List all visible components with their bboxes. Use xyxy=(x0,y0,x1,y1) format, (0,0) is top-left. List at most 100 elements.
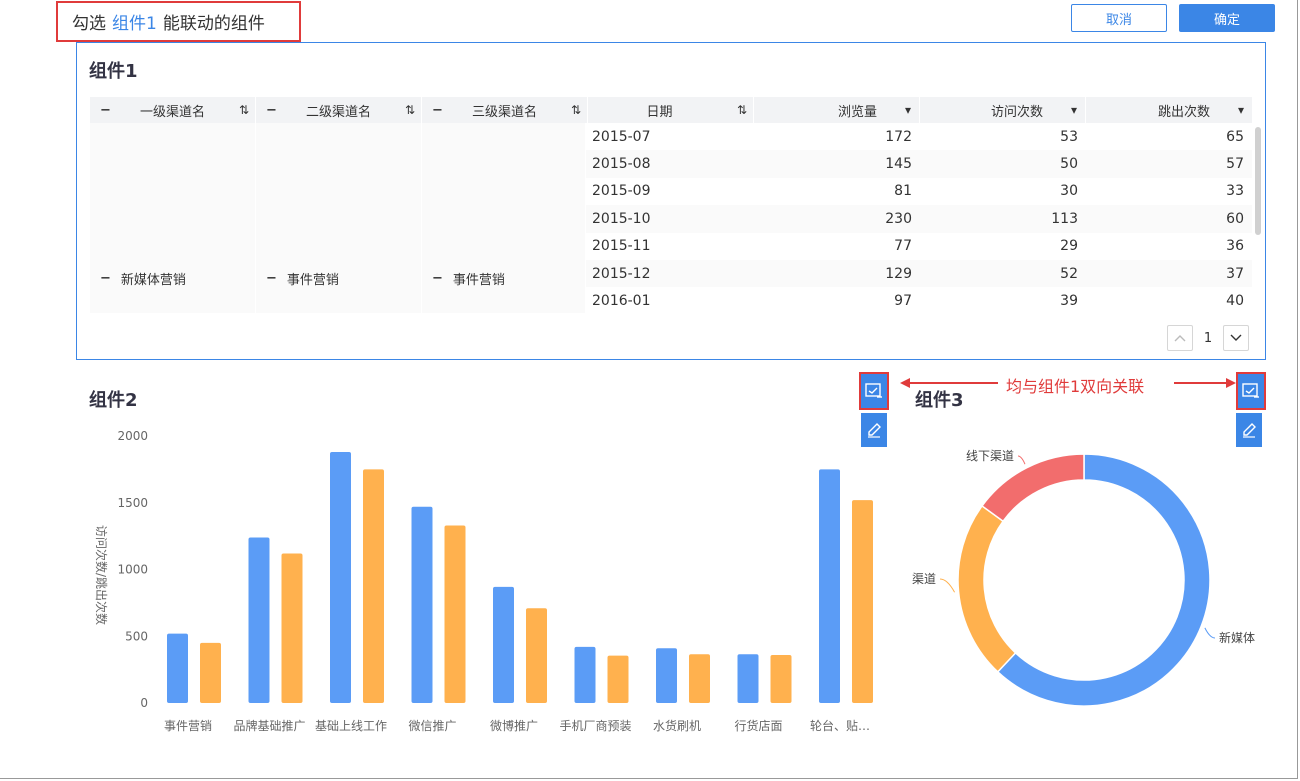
dropdown-icon[interactable]: ▾ xyxy=(1063,103,1085,117)
edit-button-comp2[interactable] xyxy=(861,413,887,447)
link-toggle-button-comp2[interactable] xyxy=(859,372,889,410)
slice-leader-line xyxy=(939,578,956,593)
donut-slice[interactable] xyxy=(957,504,1017,673)
y-tick-label: 2000 xyxy=(117,429,148,443)
views-cell: 81 xyxy=(894,183,912,200)
slice-leader-line xyxy=(1017,455,1026,465)
bar-orange[interactable] xyxy=(281,553,303,703)
dropdown-icon[interactable]: ▾ xyxy=(897,103,919,117)
bar-orange[interactable] xyxy=(526,608,547,703)
chevron-up-icon xyxy=(1174,335,1186,342)
bar-orange[interactable] xyxy=(200,642,221,703)
bar-blue[interactable] xyxy=(819,469,840,703)
sort-icon[interactable]: ⇅ xyxy=(565,103,587,117)
x-tick-label: 品牌基础推广 xyxy=(233,719,305,733)
ok-button[interactable]: 确定 xyxy=(1179,4,1275,32)
col-header-level2[interactable]: − 二级渠道名 ⇅ xyxy=(256,97,422,123)
collapse-icon[interactable]: − xyxy=(266,103,278,118)
col-header-bounces[interactable]: 跳出次数 ▾ xyxy=(1086,97,1252,123)
bar-blue[interactable] xyxy=(656,648,677,703)
visits-cell: 39 xyxy=(1060,293,1078,310)
bar-blue[interactable] xyxy=(248,537,270,703)
donut-slice[interactable] xyxy=(981,453,1085,523)
col-header-views[interactable]: 浏览量 ▾ xyxy=(754,97,920,123)
linked-chart-icon xyxy=(1242,383,1259,398)
bar-chart: 访问次数/跳出次数 0 500 1000 1500 2000 事件营销 品牌基础推广 基础上线… xyxy=(94,429,873,733)
bar-orange[interactable] xyxy=(607,655,629,703)
views-cell: 230 xyxy=(885,210,912,227)
cancel-button[interactable]: 取消 xyxy=(1071,4,1167,32)
y-axis-label: 访问次数/跳出次数 xyxy=(94,525,109,625)
collapse-icon[interactable]: − xyxy=(100,103,112,118)
table-row[interactable]: 2015-12 129 52 37 xyxy=(586,259,1252,288)
views-cell: 172 xyxy=(885,128,912,145)
bar-orange[interactable] xyxy=(770,654,792,703)
date-cell: 2015-11 xyxy=(592,238,651,255)
y-tick-label: 0 xyxy=(140,696,148,710)
x-tick-label: 行货店面 xyxy=(734,718,782,733)
x-tick-label: 事件营销 xyxy=(164,719,212,733)
collapse-icon[interactable]: − xyxy=(432,103,444,118)
slice-label: 渠道 xyxy=(912,572,936,586)
collapse-icon[interactable]: − xyxy=(432,271,443,286)
col-header-visits[interactable]: 访问次数 ▾ xyxy=(920,97,1086,123)
pencil-icon xyxy=(1243,423,1256,438)
link-toggle-button-comp3[interactable] xyxy=(1236,372,1266,410)
component-3-title: 组件3 xyxy=(915,390,964,411)
col-header-level3[interactable]: − 三级渠道名 ⇅ xyxy=(422,97,588,123)
sort-filter-icon[interactable]: ⇅ xyxy=(233,103,255,117)
table-header: − 一级渠道名 ⇅ − 二级渠道名 ⇅ − 三级渠道名 ⇅ 日期 ⇅ 浏览量 ▾ xyxy=(90,97,1252,123)
title-prefix: 勾选 xyxy=(72,14,106,34)
bounces-cell: 40 xyxy=(1226,293,1244,310)
bar-blue[interactable] xyxy=(737,654,759,703)
table-row[interactable]: 2015-09 81 30 33 xyxy=(586,178,1252,205)
bar-orange[interactable] xyxy=(852,500,873,703)
date-cell: 2015-10 xyxy=(592,210,651,227)
x-tick-label: 水货刷机 xyxy=(653,718,701,733)
linked-chart-icon xyxy=(865,383,882,398)
bar-orange[interactable] xyxy=(689,654,710,703)
title-suffix: 能联动的组件 xyxy=(162,14,265,34)
collapse-icon[interactable]: − xyxy=(100,271,111,286)
bar-orange[interactable] xyxy=(363,469,384,703)
donut-chart: 新媒体 渠道 线下渠道 xyxy=(912,449,1255,707)
date-cell: 2016-01 xyxy=(592,293,651,310)
bar-blue[interactable] xyxy=(330,452,351,703)
bounces-cell: 57 xyxy=(1226,156,1244,173)
sort-icon[interactable]: ⇅ xyxy=(731,103,753,117)
table-row[interactable]: 2015-08 145 50 57 xyxy=(586,150,1252,178)
component-1-card[interactable]: 组件1 − 一级渠道名 ⇅ − 二级渠道名 ⇅ − 三级渠道名 ⇅ 日期 ⇅ 浏… xyxy=(76,42,1266,360)
table-row[interactable]: 2016-01 97 39 40 xyxy=(586,287,1252,314)
table-row[interactable]: 2015-11 77 29 36 xyxy=(586,233,1252,260)
col-header-date[interactable]: 日期 ⇅ xyxy=(588,97,754,123)
views-cell: 129 xyxy=(885,265,912,282)
bar-blue[interactable] xyxy=(574,646,596,703)
dropdown-icon[interactable]: ▾ xyxy=(1230,103,1252,117)
bar-blue[interactable] xyxy=(411,506,433,703)
views-cell: 77 xyxy=(894,238,912,255)
y-tick-label: 500 xyxy=(125,629,148,643)
table-row[interactable]: 2015-10 230 113 60 xyxy=(586,205,1252,233)
bar-blue[interactable] xyxy=(493,586,514,703)
bar-blue[interactable] xyxy=(167,633,188,703)
scrollbar-thumb[interactable] xyxy=(1255,127,1261,235)
col-header-level1[interactable]: − 一级渠道名 ⇅ xyxy=(90,97,256,123)
collapse-icon[interactable]: − xyxy=(266,271,277,286)
title-highlight: 组件1 xyxy=(112,14,157,34)
visits-cell: 29 xyxy=(1060,238,1078,255)
bar-orange[interactable] xyxy=(444,525,466,703)
component-1-title: 组件1 xyxy=(89,61,138,82)
col-label: 日期 xyxy=(646,104,673,120)
x-tick-label: 基础上线工作 xyxy=(315,719,387,733)
sort-icon[interactable]: ⇅ xyxy=(399,103,421,117)
date-cell: 2015-09 xyxy=(592,183,651,200)
table-scrollbar[interactable] xyxy=(1255,127,1261,313)
col-label: 二级渠道名 xyxy=(305,104,371,120)
visits-cell: 52 xyxy=(1060,265,1078,282)
page-down-button[interactable] xyxy=(1223,325,1249,351)
dialog-title: 勾选 组件1 能联动的组件 xyxy=(56,1,301,42)
page-up-button[interactable] xyxy=(1167,325,1193,351)
date-cell: 2015-08 xyxy=(592,156,651,173)
col-label: 三级渠道名 xyxy=(471,104,537,120)
table-row[interactable]: 2015-07 172 53 65 xyxy=(586,123,1252,150)
